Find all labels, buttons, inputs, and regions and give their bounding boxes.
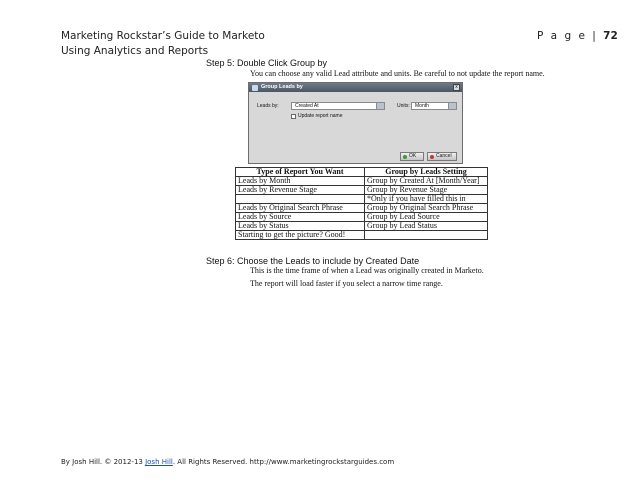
units-value: Month bbox=[415, 103, 429, 109]
page-number: 72 bbox=[603, 30, 618, 42]
page-label: P a g e bbox=[537, 30, 587, 42]
cancel-button[interactable]: Cancel bbox=[427, 152, 457, 161]
step6-line2: The report will load faster if you selec… bbox=[250, 279, 443, 288]
units-label: Units: bbox=[397, 103, 410, 109]
table-note: Starting to get the picture? Good! bbox=[235, 230, 365, 240]
check-icon bbox=[403, 154, 407, 159]
footer: By Josh Hill. © 2012-13 Josh Hill. All R… bbox=[61, 458, 394, 466]
table-cell bbox=[364, 230, 488, 240]
chapter-title: Using Analytics and Reports bbox=[61, 45, 209, 57]
footer-suffix: . All Rights Reserved. http://www.market… bbox=[172, 458, 395, 466]
page-number-block: P a g e | 72 bbox=[537, 30, 618, 42]
leads-by-select[interactable]: Created At bbox=[291, 102, 385, 110]
close-icon[interactable]: x bbox=[453, 84, 460, 91]
dialog-titlebar: Group Leads by x bbox=[249, 83, 462, 92]
chevron-down-icon bbox=[376, 103, 384, 109]
update-report-name-checkbox[interactable] bbox=[291, 114, 296, 119]
dialog-app-icon bbox=[252, 84, 258, 91]
table-cell: Group by Lead Status bbox=[364, 221, 488, 231]
cancel-icon bbox=[430, 154, 434, 159]
chevron-down-icon bbox=[448, 103, 456, 109]
group-leads-dialog: Group Leads by x Leads by: Created At Un… bbox=[248, 82, 463, 164]
table-cell: Leads by Revenue Stage bbox=[235, 185, 365, 195]
table-note-row: Starting to get the picture? Good! bbox=[235, 230, 488, 240]
step5-label: Step 5: bbox=[206, 58, 235, 68]
step6-label: Step 6: bbox=[206, 256, 235, 266]
step5-description: You can choose any valid Lead attribute … bbox=[250, 69, 545, 78]
update-report-name-label: Update report name bbox=[298, 113, 343, 119]
footer-prefix: By Josh Hill. © 2012-13 bbox=[61, 458, 146, 466]
report-type-table: Type of Report You Want Group by Leads S… bbox=[235, 167, 488, 240]
cancel-label: Cancel bbox=[436, 153, 452, 159]
units-select[interactable]: Month bbox=[411, 102, 457, 110]
dialog-title: Group Leads by bbox=[261, 84, 303, 90]
leads-by-value: Created At bbox=[295, 103, 319, 109]
book-title: Marketing Rockstar’s Guide to Marketo bbox=[61, 30, 265, 42]
ok-button[interactable]: OK bbox=[400, 152, 424, 161]
author-link[interactable]: Josh Hill bbox=[145, 458, 173, 466]
step6-title: Choose the Leads to include by Created D… bbox=[237, 256, 420, 266]
leads-by-label: Leads by: bbox=[257, 103, 279, 109]
ok-label: OK bbox=[409, 153, 417, 159]
step5-title: Double Click Group by bbox=[237, 58, 328, 68]
step6-line1: This is the time frame of when a Lead wa… bbox=[250, 266, 484, 275]
page-separator: | bbox=[592, 30, 598, 42]
